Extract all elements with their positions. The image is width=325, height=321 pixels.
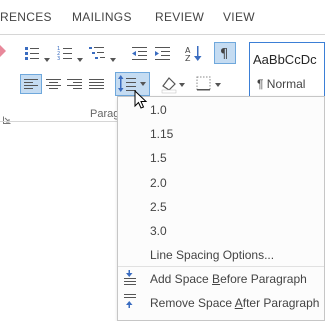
- font-color-swatch-icon: [0, 44, 6, 57]
- tab-review[interactable]: REVIEW: [155, 10, 204, 24]
- bullets-dropdown-icon[interactable]: [44, 50, 51, 68]
- add-space-before-label-post: efore Paragraph: [220, 272, 307, 286]
- bullets-icon[interactable]: [22, 43, 44, 63]
- add-space-before-icon: [121, 269, 139, 290]
- svg-text:¶: ¶: [220, 47, 228, 62]
- line-spacing-menu: [117, 96, 325, 321]
- remove-space-after-accelerator: A: [234, 296, 243, 310]
- align-center-icon[interactable]: [43, 74, 65, 94]
- mouse-cursor-icon: [134, 89, 148, 115]
- multilevel-list-icon[interactable]: [87, 43, 109, 63]
- remove-space-after-label-post: fter Paragraph: [242, 296, 320, 310]
- increase-indent-icon[interactable]: [152, 43, 174, 63]
- tab-view[interactable]: VIEW: [223, 10, 255, 24]
- spacing-option-1-15[interactable]: 1.15: [150, 127, 173, 141]
- spacing-option-3-0[interactable]: 3.0: [150, 224, 167, 238]
- show-hide-formatting-icon[interactable]: ¶: [214, 42, 236, 64]
- style-sample-text: AaBbCcDc: [253, 52, 317, 67]
- style-normal-tile[interactable]: [249, 42, 325, 100]
- numbering-icon[interactable]: 123: [55, 43, 77, 63]
- ribbon-bottom-border: [0, 121, 118, 122]
- font-dialog-launcher-icon[interactable]: [3, 111, 11, 129]
- menu-separator: [118, 266, 324, 267]
- spacing-option-1-0[interactable]: 1.0: [150, 103, 167, 117]
- tab-mailings[interactable]: MAILINGS: [72, 10, 132, 24]
- spacing-option-2-0[interactable]: 2.0: [150, 176, 167, 190]
- line-spacing-options[interactable]: Line Spacing Options...: [150, 248, 274, 262]
- style-name-label: ¶ Normal: [257, 77, 306, 91]
- remove-space-after-paragraph[interactable]: Remove Space After Paragraph: [150, 296, 319, 310]
- shading-icon[interactable]: [158, 74, 186, 94]
- remove-space-after-icon: [121, 293, 139, 314]
- tab-references[interactable]: RENCES: [0, 10, 52, 24]
- align-left-icon[interactable]: [20, 74, 42, 94]
- decrease-indent-icon[interactable]: [129, 43, 151, 63]
- borders-icon[interactable]: [193, 74, 223, 94]
- sort-icon[interactable]: AZ: [183, 43, 205, 63]
- remove-space-after-label-pre: Remove Space: [150, 296, 235, 310]
- align-right-icon[interactable]: [64, 74, 86, 94]
- paragraph-group-label: Parag: [90, 108, 120, 120]
- spacing-option-1-5[interactable]: 1.5: [150, 151, 167, 165]
- add-space-before-label-pre: Add Space: [150, 272, 213, 286]
- add-space-before-accelerator: B: [212, 272, 221, 286]
- svg-text:3: 3: [57, 56, 60, 62]
- justify-icon[interactable]: [86, 74, 108, 94]
- add-space-before-paragraph[interactable]: Add Space Before Paragraph: [150, 272, 307, 286]
- numbering-dropdown-icon[interactable]: [77, 50, 84, 68]
- multilevel-dropdown-icon[interactable]: [110, 50, 117, 68]
- spacing-option-2-5[interactable]: 2.5: [150, 200, 167, 214]
- svg-text:Z: Z: [185, 54, 191, 63]
